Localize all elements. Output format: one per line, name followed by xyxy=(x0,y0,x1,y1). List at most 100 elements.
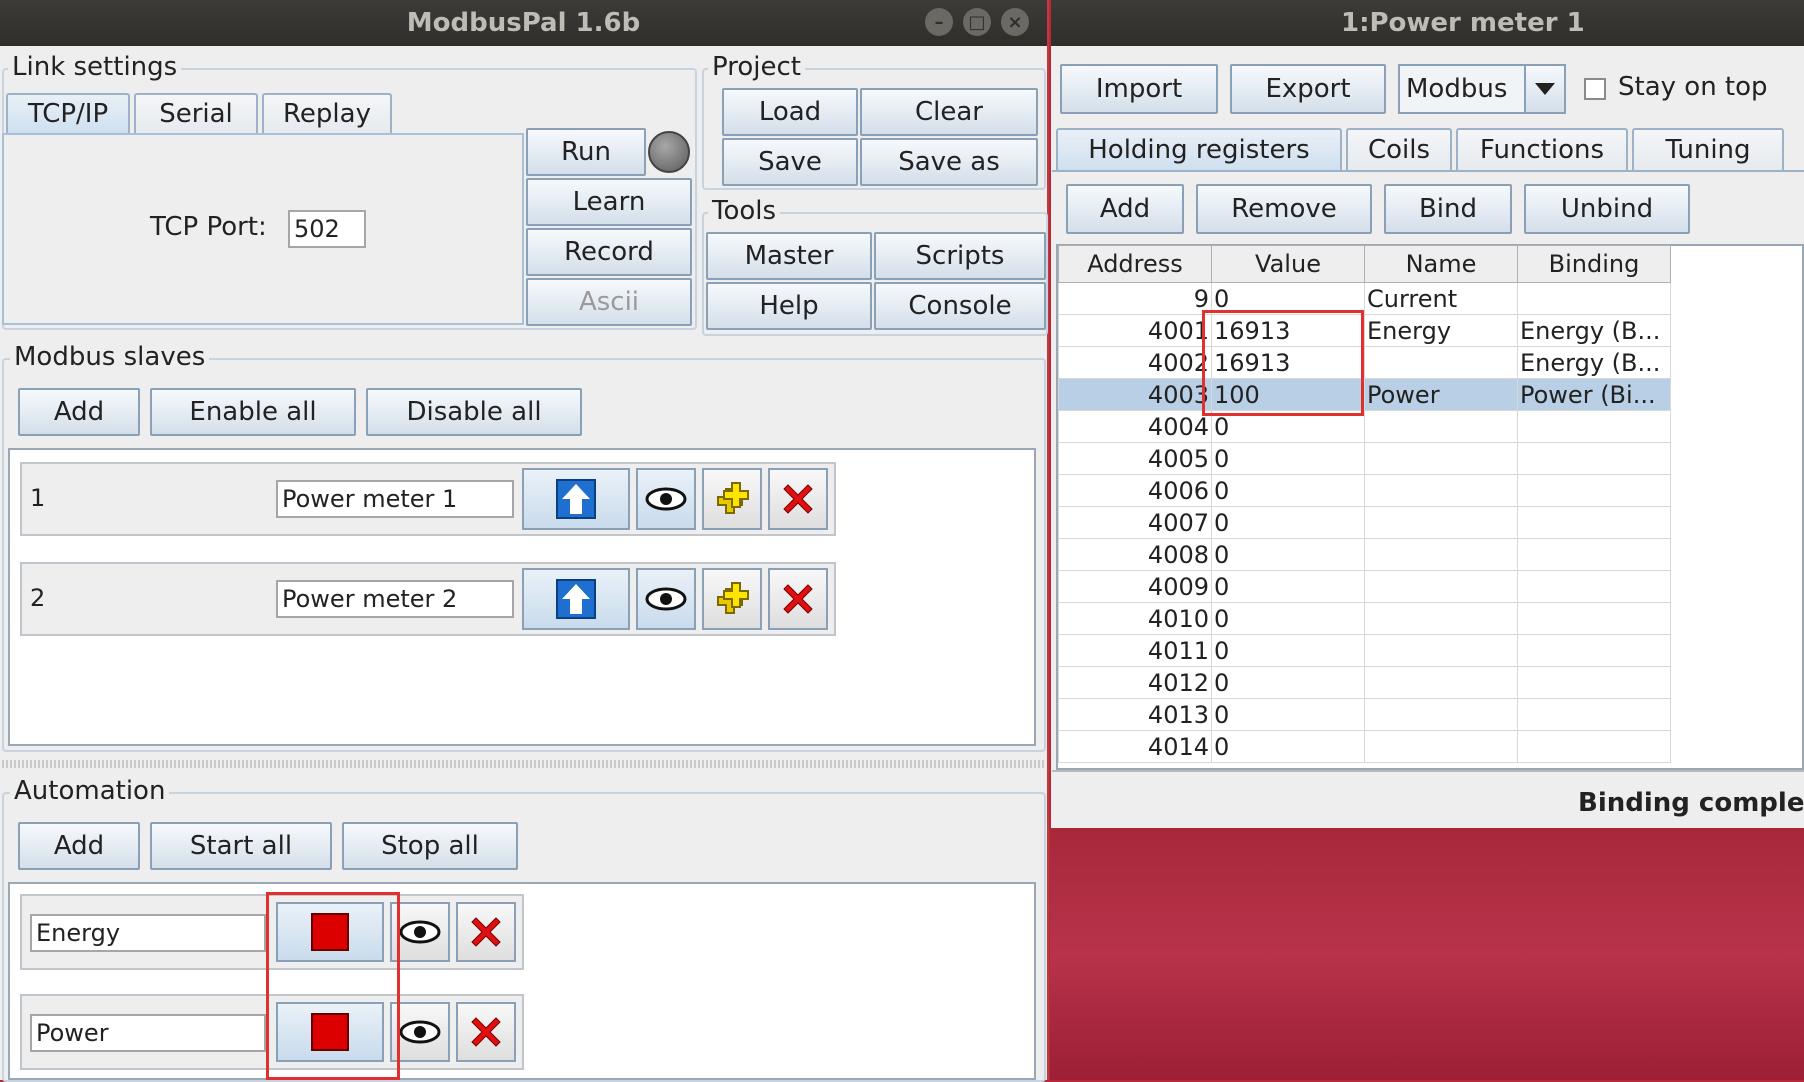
tab-replay[interactable]: Replay xyxy=(262,93,392,133)
unbind-button[interactable]: Unbind xyxy=(1524,184,1690,234)
column-header-value[interactable]: Value xyxy=(1211,245,1365,283)
delete-automation-button[interactable] xyxy=(456,902,516,962)
clear-button[interactable]: Clear xyxy=(860,88,1038,136)
table-row[interactable]: 4002 16913 Energy (B... xyxy=(1058,346,1671,379)
table-row[interactable]: 4013 0 xyxy=(1058,698,1671,731)
table-row[interactable]: 4005 0 xyxy=(1058,442,1671,475)
cell-name[interactable] xyxy=(1364,602,1518,635)
enable-all-button[interactable]: Enable all xyxy=(150,388,356,436)
cell-value[interactable]: 0 xyxy=(1211,634,1365,667)
cell-value[interactable]: 100 xyxy=(1211,378,1365,411)
column-header-address[interactable]: Address xyxy=(1058,245,1212,283)
remove-register-button[interactable]: Remove xyxy=(1196,184,1372,234)
master-button[interactable]: Master xyxy=(706,232,872,280)
slave-name-input[interactable]: Power meter 2 xyxy=(276,580,514,618)
tab-coils[interactable]: Coils xyxy=(1346,128,1452,170)
stop-automation-button[interactable] xyxy=(276,1002,384,1062)
stop-all-button[interactable]: Stop all xyxy=(342,822,518,870)
automation-name-input[interactable]: Power xyxy=(30,1014,266,1052)
tab-tuning[interactable]: Tuning xyxy=(1632,128,1784,170)
cell-name[interactable] xyxy=(1364,410,1518,443)
add-automation-button[interactable]: Add xyxy=(18,822,140,870)
duplicate-slave-button[interactable] xyxy=(702,468,762,530)
protocol-select[interactable]: Modbus xyxy=(1398,64,1566,114)
column-header-binding[interactable]: Binding xyxy=(1517,245,1671,283)
table-row[interactable]: 4014 0 xyxy=(1058,730,1671,763)
cell-name[interactable] xyxy=(1364,666,1518,699)
table-row[interactable]: 9 0 Current xyxy=(1058,282,1671,315)
bind-button[interactable]: Bind xyxy=(1384,184,1512,234)
cell-value[interactable]: 0 xyxy=(1211,698,1365,731)
table-row-selected[interactable]: 4003 100 Power Power (Bi... xyxy=(1058,378,1671,411)
tab-functions[interactable]: Functions xyxy=(1456,128,1628,170)
cell-name[interactable] xyxy=(1364,634,1518,667)
view-slave-button[interactable] xyxy=(636,468,696,530)
cell-name[interactable] xyxy=(1364,506,1518,539)
stop-automation-button[interactable] xyxy=(276,902,384,962)
tcp-port-input[interactable]: 502 xyxy=(288,210,366,248)
cell-value[interactable]: 0 xyxy=(1211,602,1365,635)
delete-slave-button[interactable] xyxy=(768,568,828,630)
cell-name[interactable] xyxy=(1364,730,1518,763)
cell-value[interactable]: 0 xyxy=(1211,730,1365,763)
enable-slave-button[interactable] xyxy=(522,468,630,530)
view-slave-button[interactable] xyxy=(636,568,696,630)
delete-automation-button[interactable] xyxy=(456,1002,516,1062)
cell-name[interactable] xyxy=(1364,538,1518,571)
enable-slave-button[interactable] xyxy=(522,568,630,630)
import-button[interactable]: Import xyxy=(1060,64,1218,114)
cell-name[interactable] xyxy=(1364,474,1518,507)
delete-slave-button[interactable] xyxy=(768,468,828,530)
learn-button[interactable]: Learn xyxy=(526,178,692,226)
cell-name[interactable]: Power xyxy=(1364,378,1518,411)
save-as-button[interactable]: Save as xyxy=(860,138,1038,186)
cell-value[interactable]: 0 xyxy=(1211,666,1365,699)
minimize-icon[interactable]: – xyxy=(925,8,953,36)
automation-name-input[interactable]: Energy xyxy=(30,914,266,952)
start-all-button[interactable]: Start all xyxy=(150,822,332,870)
table-row[interactable]: 4006 0 xyxy=(1058,474,1671,507)
tab-holding-registers[interactable]: Holding registers xyxy=(1056,128,1342,170)
cell-value[interactable]: 0 xyxy=(1211,538,1365,571)
tab-tcp-ip[interactable]: TCP/IP xyxy=(6,93,130,133)
stay-on-top-checkbox[interactable] xyxy=(1584,78,1606,100)
splitter-handle[interactable] xyxy=(2,760,1046,768)
table-row[interactable]: 4011 0 xyxy=(1058,634,1671,667)
cell-name[interactable] xyxy=(1364,698,1518,731)
column-header-name[interactable]: Name xyxy=(1364,245,1518,283)
duplicate-slave-button[interactable] xyxy=(702,568,762,630)
table-row[interactable]: 4012 0 xyxy=(1058,666,1671,699)
cell-name[interactable] xyxy=(1364,570,1518,603)
record-button[interactable]: Record xyxy=(526,228,692,276)
cell-value[interactable]: 0 xyxy=(1211,282,1365,315)
table-row[interactable]: 4007 0 xyxy=(1058,506,1671,539)
cell-name[interactable] xyxy=(1364,346,1518,379)
tab-serial[interactable]: Serial xyxy=(134,93,258,133)
save-button[interactable]: Save xyxy=(722,138,858,186)
table-row[interactable]: 4010 0 xyxy=(1058,602,1671,635)
load-button[interactable]: Load xyxy=(722,88,858,136)
cell-value[interactable]: 0 xyxy=(1211,442,1365,475)
cell-value[interactable]: 16913 xyxy=(1211,346,1365,379)
ascii-button[interactable]: Ascii xyxy=(526,278,692,326)
slave-name-input[interactable]: Power meter 1 xyxy=(276,480,514,518)
table-row[interactable]: 4008 0 xyxy=(1058,538,1671,571)
add-register-button[interactable]: Add xyxy=(1066,184,1184,234)
scripts-button[interactable]: Scripts xyxy=(874,232,1046,280)
cell-value[interactable]: 0 xyxy=(1211,570,1365,603)
close-icon[interactable]: × xyxy=(1001,8,1029,36)
cell-value[interactable]: 0 xyxy=(1211,506,1365,539)
table-row[interactable]: 4001 16913 Energy Energy (B... xyxy=(1058,314,1671,347)
cell-value[interactable]: 0 xyxy=(1211,410,1365,443)
export-button[interactable]: Export xyxy=(1230,64,1386,114)
add-slave-button[interactable]: Add xyxy=(18,388,140,436)
table-row[interactable]: 4004 0 xyxy=(1058,410,1671,443)
cell-value[interactable]: 0 xyxy=(1211,474,1365,507)
console-button[interactable]: Console xyxy=(874,282,1046,330)
help-button[interactable]: Help xyxy=(706,282,872,330)
disable-all-button[interactable]: Disable all xyxy=(366,388,582,436)
cell-name[interactable]: Energy xyxy=(1364,314,1518,347)
view-automation-button[interactable] xyxy=(390,1002,450,1062)
cell-value[interactable]: 16913 xyxy=(1211,314,1365,347)
table-row[interactable]: 4009 0 xyxy=(1058,570,1671,603)
